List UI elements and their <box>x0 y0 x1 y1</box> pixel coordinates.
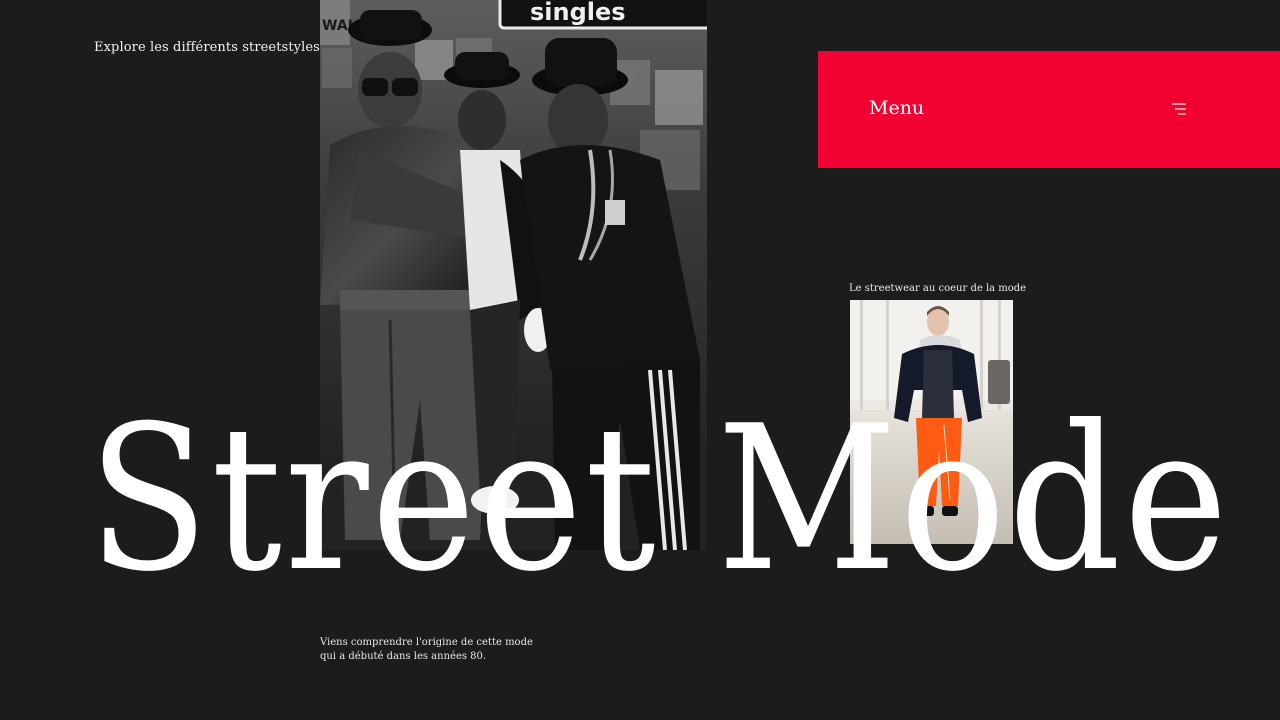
store-sign-text: singles <box>530 0 626 26</box>
hero-photo: singles WALK <box>320 0 707 550</box>
hamburger-icon <box>1172 103 1186 115</box>
feature-caption: Le streetwear au coeur de la mode <box>849 283 1027 294</box>
menu-button[interactable]: Menu <box>818 51 1280 168</box>
intro-line-2: qui a débuté dans les années 80. <box>320 651 487 662</box>
runway-photo[interactable] <box>850 300 1013 544</box>
tagline: Explore les différents streetstyles <box>94 40 320 55</box>
intro-description: Viens comprendre l'origine de cette mode… <box>320 636 540 664</box>
menu-label: Menu <box>869 97 925 119</box>
intro-line-1: Viens comprendre l'origine de cette mode <box>320 637 533 648</box>
